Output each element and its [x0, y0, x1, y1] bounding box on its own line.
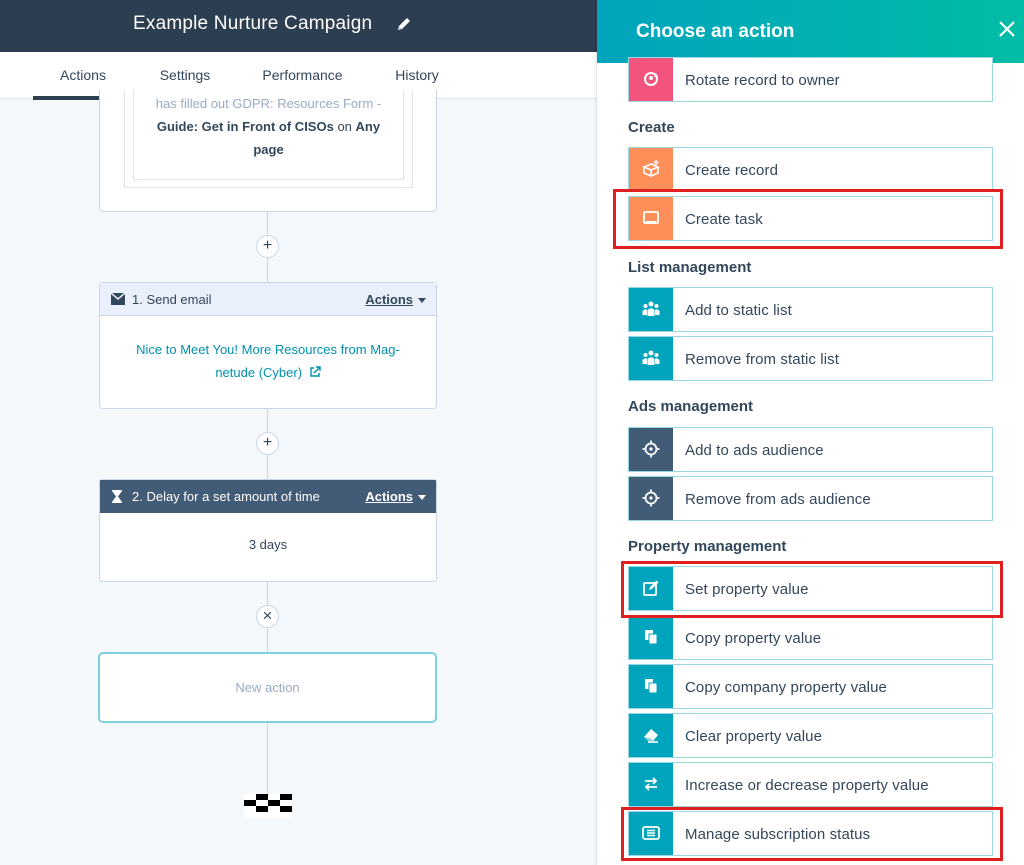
workflow-title[interactable]: Example Nurture Campaign — [133, 13, 372, 35]
connector-line — [267, 723, 268, 795]
subscription-list-icon — [629, 812, 673, 855]
people-icon — [629, 337, 673, 380]
action-label: Increase or decrease property value — [685, 777, 929, 794]
action-copy-company-property-value[interactable]: Copy company property value — [628, 664, 993, 709]
enrollment-trigger-card[interactable]: has filled out GDPR: Resources Form - Gu… — [99, 90, 437, 212]
delay-step[interactable]: 2. Delay for a set amount of time Action… — [99, 479, 437, 582]
action-add-to-ads-audience[interactable]: Add to ads audience — [628, 427, 993, 472]
action-label: Create task — [685, 211, 763, 228]
action-label: Add to static list — [685, 302, 792, 319]
trigger-has-filled-out: has filled out — [155, 96, 229, 111]
panel-title: Choose an action — [636, 21, 795, 42]
action-label: Remove from static list — [685, 351, 839, 368]
pencil-icon[interactable] — [396, 16, 412, 32]
external-link-icon — [309, 366, 321, 377]
eraser-icon — [629, 714, 673, 757]
section-title-property-management: Property management — [628, 538, 787, 555]
send-email-step-title: 1. Send email — [132, 292, 212, 307]
action-rotate-record-to-owner[interactable]: Rotate record to owner — [628, 57, 993, 102]
action-remove-from-ads-audience[interactable]: Remove from ads audience — [628, 476, 993, 521]
send-email-actions-label: Actions — [365, 292, 413, 307]
caret-down-icon — [418, 298, 426, 304]
action-create-record[interactable]: Create record — [628, 147, 993, 192]
action-copy-property-value[interactable]: Copy property value — [628, 615, 993, 660]
create-record-icon — [629, 148, 673, 191]
action-remove-from-static-list[interactable]: Remove from static list — [628, 336, 993, 381]
action-add-to-static-list[interactable]: Add to static list — [628, 287, 993, 332]
delay-step-title: 2. Delay for a set amount of time — [132, 489, 320, 504]
copy-icon — [629, 665, 673, 708]
close-icon[interactable] — [998, 20, 1016, 38]
send-email-step-body: Nice to Meet You! More Resources from Ma… — [100, 316, 436, 384]
new-action-placeholder[interactable]: New action — [98, 652, 437, 723]
panel-header: Choose an action — [597, 0, 1024, 63]
delay-actions-dropdown[interactable]: Actions — [365, 489, 426, 504]
section-title-list-management: List management — [628, 259, 752, 276]
trigger-on: on — [337, 119, 352, 134]
section-title-create: Create — [628, 119, 675, 136]
rotate-owner-icon — [629, 58, 673, 101]
add-step-button[interactable]: + — [256, 432, 279, 455]
editor-header: Example Nurture Campaign — [0, 0, 597, 52]
crosshair-icon — [629, 428, 673, 471]
choose-action-panel: Choose an action Rotate record to owner … — [597, 0, 1024, 865]
finish-flag-icon — [244, 794, 292, 818]
caret-down-icon — [418, 495, 426, 501]
action-clear-property-value[interactable]: Clear property value — [628, 713, 993, 758]
trigger-form-guide: Guide: Get in Front of CISOs — [156, 119, 334, 134]
action-manage-subscription-status[interactable]: Manage subscription status — [628, 811, 993, 856]
action-label: Clear property value — [685, 728, 823, 745]
action-label: Set property value — [685, 581, 809, 598]
envelope-icon — [110, 292, 126, 305]
email-link-text: Nice to Meet You! More Resources from Ma… — [136, 342, 400, 380]
send-email-step[interactable]: 1. Send email Actions Nice to Meet You! … — [99, 282, 437, 409]
swap-arrows-icon — [629, 763, 673, 806]
section-title-ads-management: Ads management — [628, 398, 754, 415]
action-label: Create record — [685, 162, 779, 179]
workflow-editor: Example Nurture Campaign Actions Setting… — [0, 0, 597, 865]
trigger-form-name: GDPR: Resources Form - — [232, 96, 382, 111]
delay-value: 3 days — [248, 537, 288, 552]
action-label: Copy company property value — [685, 679, 887, 696]
send-email-actions-dropdown[interactable]: Actions — [365, 292, 426, 307]
copy-icon — [629, 616, 673, 659]
delay-step-header: 2. Delay for a set amount of time Action… — [100, 480, 436, 513]
add-step-button[interactable]: + — [256, 235, 279, 258]
action-label: Add to ads audience — [685, 442, 824, 459]
trigger-any: Any — [355, 119, 381, 134]
people-icon — [629, 288, 673, 331]
trigger-page: page — [253, 142, 284, 157]
action-label: Manage subscription status — [685, 826, 871, 843]
hourglass-icon — [111, 490, 125, 503]
action-create-task[interactable]: Create task — [628, 196, 993, 241]
action-label: Rotate record to owner — [685, 72, 840, 89]
edit-icon — [629, 567, 673, 610]
email-link[interactable]: Nice to Meet You! More Resources from Ma… — [136, 342, 400, 380]
remove-step-button[interactable]: × — [256, 605, 279, 628]
action-set-property-value[interactable]: Set property value — [628, 566, 993, 611]
create-task-icon — [629, 197, 673, 240]
action-label: Remove from ads audience — [685, 491, 871, 508]
action-increase-or-decrease-property-value[interactable]: Increase or decrease property value — [628, 762, 993, 807]
crosshair-icon — [629, 477, 673, 520]
trigger-filter-group: has filled out GDPR: Resources Form - Gu… — [124, 90, 413, 188]
trigger-filter: has filled out GDPR: Resources Form - Gu… — [133, 90, 404, 180]
action-label: Copy property value — [685, 630, 822, 647]
send-email-step-header: 1. Send email Actions — [100, 283, 436, 316]
delay-actions-label: Actions — [365, 489, 413, 504]
